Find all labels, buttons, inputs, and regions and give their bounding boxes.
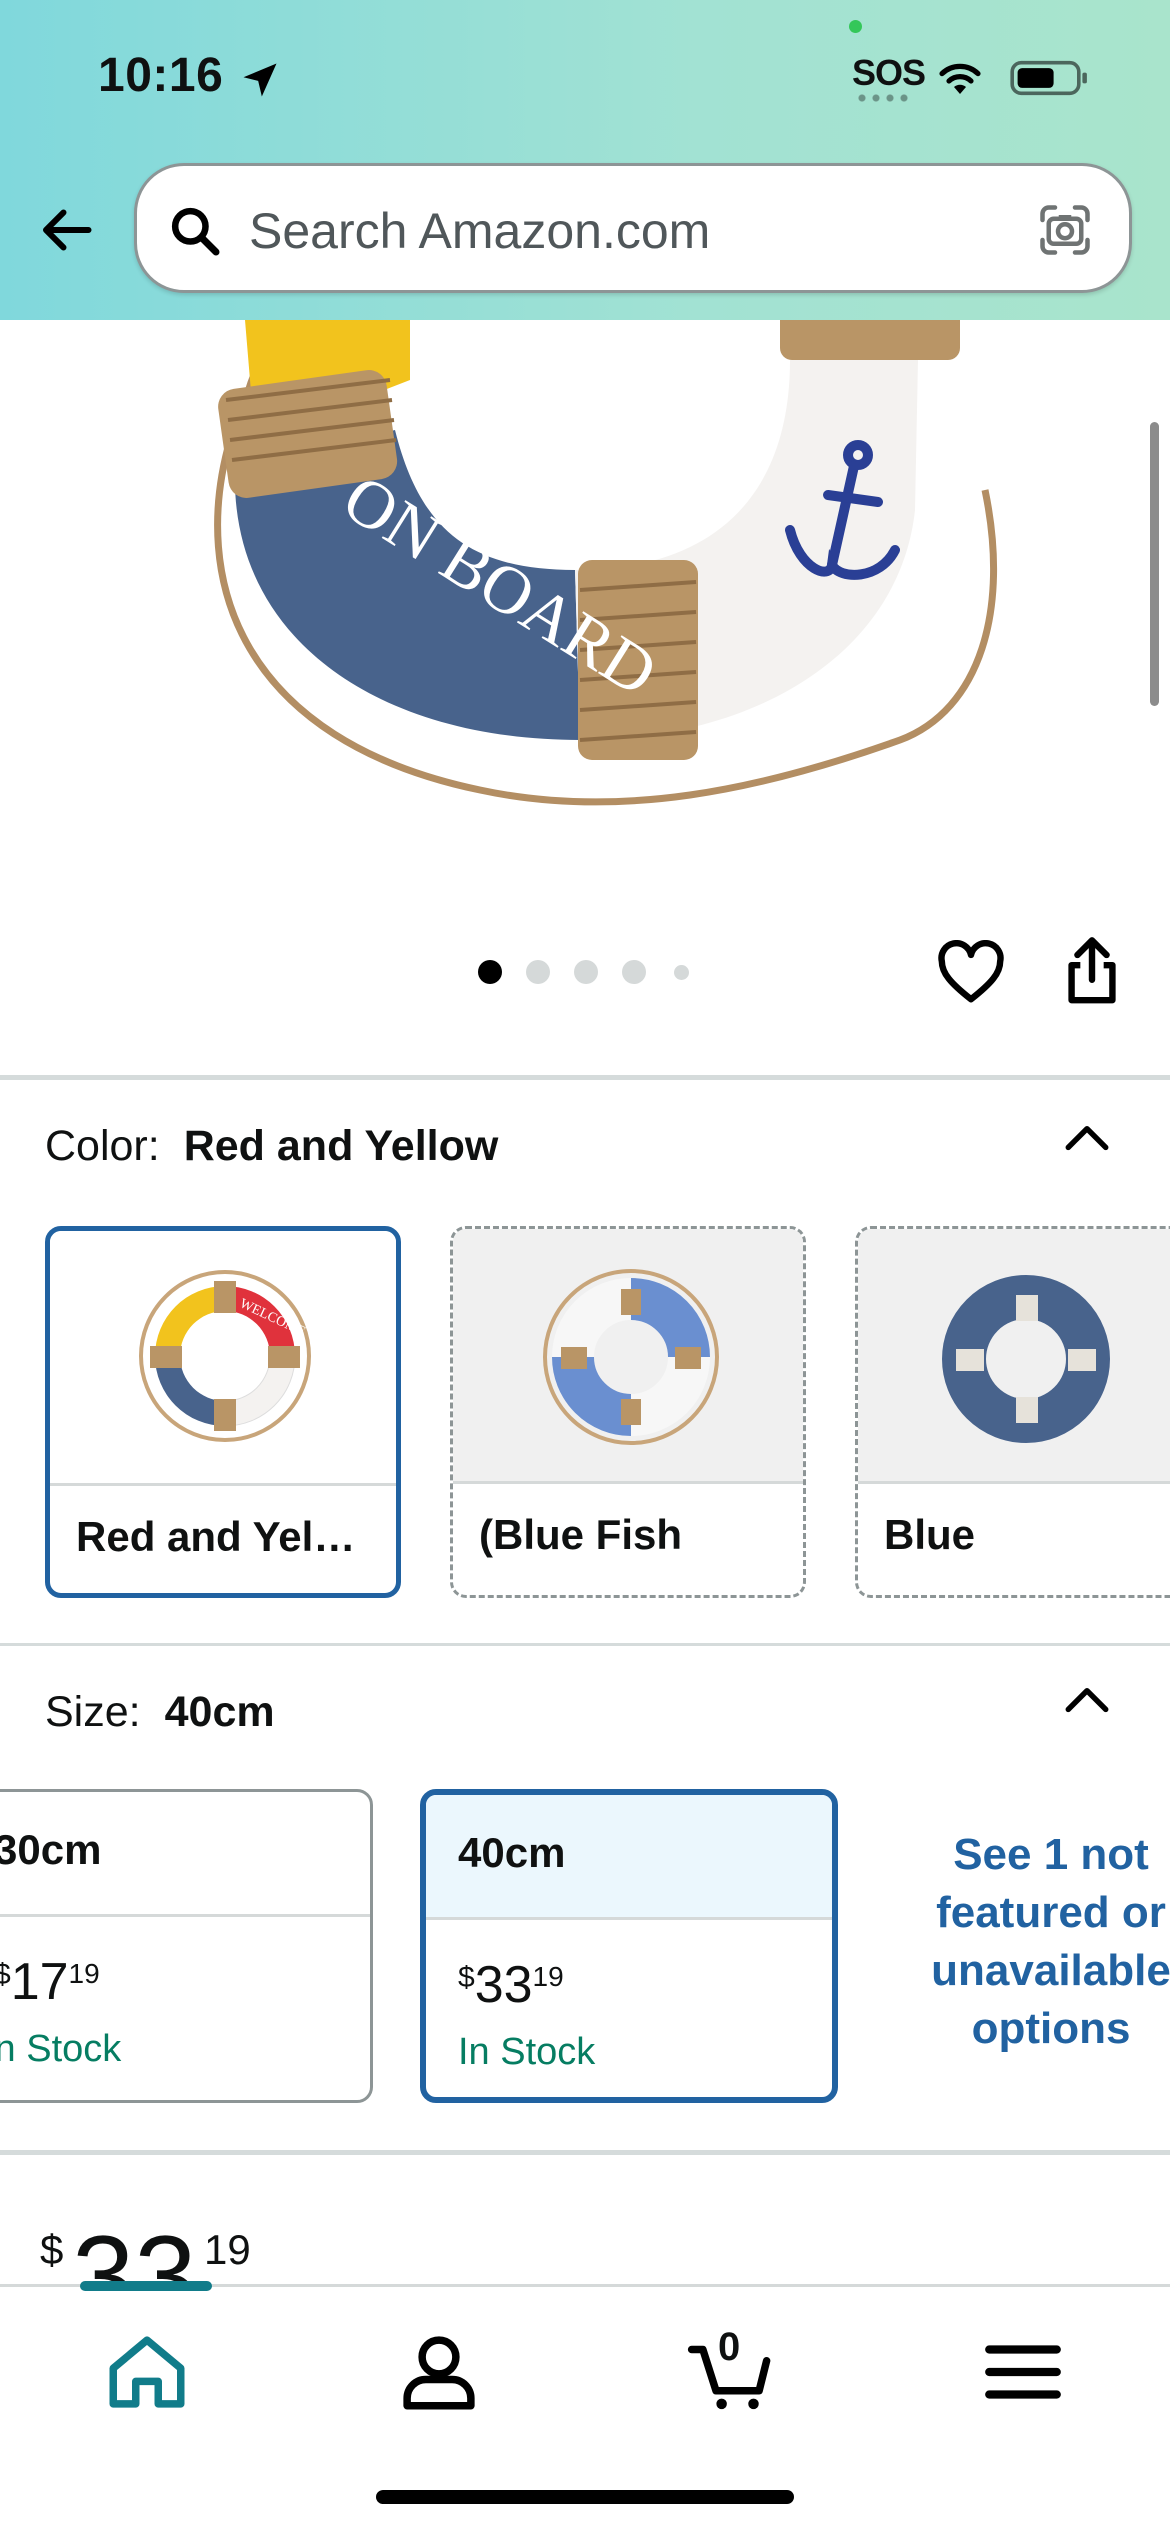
price-whole: 33 xyxy=(474,1956,533,2014)
heart-icon[interactable] xyxy=(936,940,1006,1006)
size-option-name: 40cm xyxy=(458,1829,566,1876)
size-option-name: 30cm xyxy=(0,1826,102,1873)
account-icon[interactable] xyxy=(394,2327,484,2417)
color-selected-value: Red and Yellow xyxy=(183,1122,499,1170)
color-label: Color: xyxy=(45,1122,160,1170)
status-time: 10:16 xyxy=(98,49,224,102)
stock-status: In Stock xyxy=(0,2028,122,2070)
swatch-thumbnail xyxy=(858,1229,1170,1481)
chevron-up-icon[interactable] xyxy=(1062,1120,1112,1154)
size-option-30cm[interactable]: 30cm $1719 In Stock xyxy=(0,1789,373,2103)
price-fraction: 19 xyxy=(532,1961,564,1992)
app-header: 10:16 SOS Search Amazon.com xyxy=(0,0,1170,320)
menu-icon[interactable] xyxy=(978,2327,1068,2417)
section-divider xyxy=(0,1643,1170,1646)
section-divider xyxy=(0,2150,1170,2155)
swatch-divider xyxy=(858,1481,1170,1484)
stock-status: In Stock xyxy=(458,2031,596,2073)
currency-symbol: $ xyxy=(0,1958,11,1991)
active-tab-indicator xyxy=(80,2281,212,2291)
section-divider xyxy=(0,1075,1170,1080)
size-option-header: 30cm xyxy=(0,1792,370,1914)
scrollbar[interactable] xyxy=(1150,422,1159,706)
camera-lens-icon[interactable] xyxy=(1035,200,1095,260)
share-icon[interactable] xyxy=(1062,936,1122,1006)
price-fraction: 19 xyxy=(204,2226,251,2273)
price-fraction: 19 xyxy=(68,1958,100,1989)
size-option-40cm[interactable]: 40cm $3319 In Stock xyxy=(420,1789,838,2103)
size-label: Size: xyxy=(45,1688,141,1736)
home-indicator[interactable] xyxy=(376,2490,794,2504)
size-option-header: 40cm xyxy=(426,1795,832,1917)
swatch-thumbnail xyxy=(453,1229,803,1481)
signal-dots-icon xyxy=(855,94,911,102)
color-option-blue-fish[interactable]: (Blue Fish xyxy=(450,1226,806,1598)
search-input[interactable]: Search Amazon.com xyxy=(134,163,1132,293)
carousel-dot[interactable] xyxy=(478,960,502,984)
price-currency: $ xyxy=(40,2226,64,2273)
swatch-label: Blue xyxy=(884,1511,976,1558)
search-icon xyxy=(171,207,220,256)
life-ring-image: ON BOARD xyxy=(214,320,998,806)
home-icon[interactable] xyxy=(102,2327,192,2417)
carousel-dot[interactable] xyxy=(574,960,598,984)
wifi-icon xyxy=(939,63,981,94)
price-whole: 33 xyxy=(72,2213,197,2289)
color-option-blue[interactable]: Blue xyxy=(855,1226,1170,1598)
price-whole: 17 xyxy=(10,1953,69,2011)
back-arrow-icon[interactable] xyxy=(36,200,96,260)
size-option-price: $3319 xyxy=(458,1955,564,2015)
carousel-dot[interactable] xyxy=(674,965,689,980)
privacy-indicator-dot xyxy=(849,20,862,33)
currency-symbol: $ xyxy=(458,1961,475,1994)
location-arrow-icon xyxy=(243,63,277,97)
product-image[interactable]: ON BOARD xyxy=(0,320,1170,920)
size-section-label: Size: 40cm xyxy=(45,1688,275,1737)
swatch-divider xyxy=(453,1481,803,1484)
swatch-label: Red and Yel… xyxy=(76,1513,356,1560)
see-unavailable-options-link[interactable]: See 1 not featured or unavailable option… xyxy=(916,1826,1170,2058)
cart-count: 0 xyxy=(718,2325,741,2369)
carousel-dot[interactable] xyxy=(526,960,550,984)
carousel-dot[interactable] xyxy=(622,960,646,984)
color-section-label: Color: Red and Yellow xyxy=(45,1122,498,1171)
swatch-label: (Blue Fish xyxy=(479,1511,683,1558)
size-option-divider xyxy=(426,1917,832,1920)
product-price: $ 33 19 xyxy=(40,2208,280,2289)
color-option-red-yellow[interactable]: WELCOME Red and Yel… xyxy=(45,1226,401,1598)
image-carousel-dots[interactable] xyxy=(478,960,698,986)
swatch-divider xyxy=(50,1483,396,1486)
sos-label: SOS xyxy=(852,52,926,93)
size-option-price: $1719 xyxy=(0,1952,100,2012)
swatch-thumbnail: WELCOME xyxy=(50,1231,396,1483)
size-option-divider xyxy=(0,1914,370,1917)
chevron-up-icon[interactable] xyxy=(1062,1682,1112,1716)
battery-icon xyxy=(1010,60,1087,96)
search-placeholder: Search Amazon.com xyxy=(249,203,711,259)
size-selected-value: 40cm xyxy=(164,1688,275,1736)
